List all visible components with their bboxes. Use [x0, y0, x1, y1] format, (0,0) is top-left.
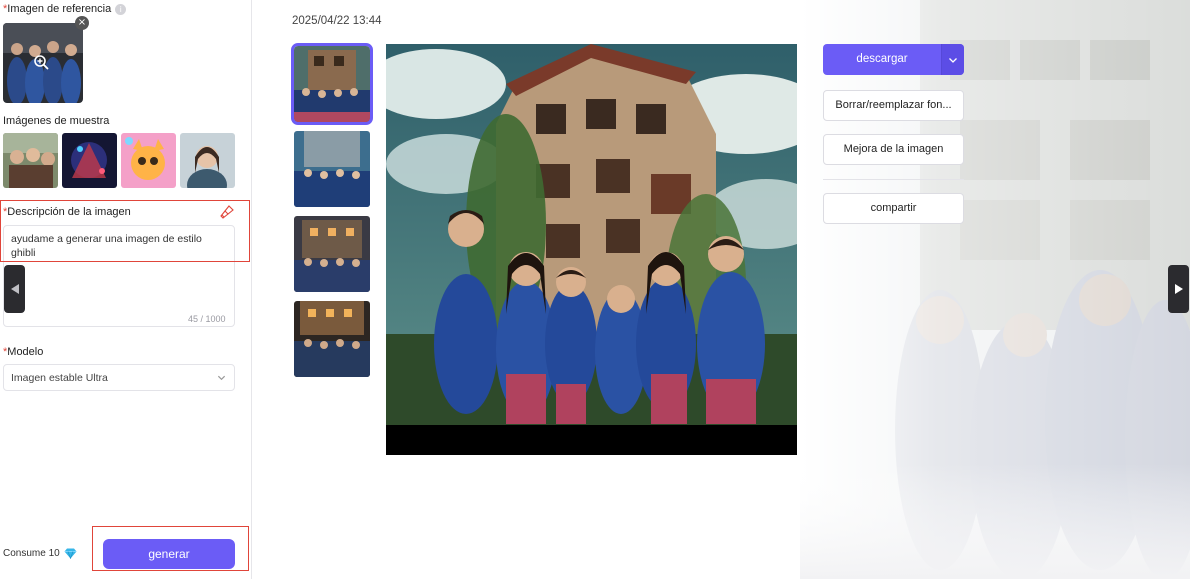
- result-thumbnail-3[interactable]: [294, 216, 370, 292]
- background-preview: [800, 0, 1190, 579]
- diamond-icon: [64, 548, 77, 559]
- sample-image-1[interactable]: [3, 133, 58, 188]
- model-select[interactable]: Imagen estable Ultra: [3, 364, 235, 391]
- divider: [823, 179, 964, 180]
- timestamp: 2025/04/22 13:44: [292, 15, 382, 27]
- remove-background-button[interactable]: Borrar/reemplazar fon...: [823, 90, 964, 121]
- app-window: *Imagen de referencia i × Imágenes de mu…: [0, 0, 1190, 579]
- arrow-right-icon: [1174, 284, 1183, 294]
- prev-arrow[interactable]: [4, 265, 25, 313]
- arrow-left-icon: [10, 284, 19, 294]
- sample-image-4[interactable]: [180, 133, 235, 188]
- consume-cost: Consume 10: [3, 548, 77, 559]
- model-label: *Modelo: [3, 346, 44, 358]
- char-counter: 45 / 1000: [188, 314, 226, 324]
- sample-image-3[interactable]: [121, 133, 176, 188]
- zoom-icon[interactable]: [33, 54, 49, 70]
- reference-label: *Imagen de referencia i: [3, 3, 127, 15]
- enhance-image-button[interactable]: Mejora de la imagen: [823, 134, 964, 165]
- generate-button[interactable]: generar: [103, 539, 235, 569]
- chevron-down-icon: [217, 375, 226, 381]
- download-button[interactable]: descargar: [823, 44, 964, 75]
- close-icon[interactable]: ×: [75, 16, 89, 30]
- share-button[interactable]: compartir: [823, 193, 964, 224]
- samples-label: Imágenes de muestra: [3, 115, 110, 127]
- main-result-image[interactable]: [386, 44, 797, 455]
- download-options[interactable]: [941, 44, 964, 75]
- result-thumbnail-1[interactable]: [291, 43, 373, 125]
- description-text[interactable]: ayudame a generar una imagen de estilo g…: [11, 232, 226, 260]
- left-panel: *Imagen de referencia i × Imágenes de mu…: [0, 0, 252, 579]
- result-thumbnail-2[interactable]: [294, 131, 370, 207]
- brush-icon[interactable]: [220, 205, 234, 219]
- chevron-down-icon: [949, 57, 957, 63]
- result-thumbnail-4[interactable]: [294, 301, 370, 377]
- description-label: *Descripción de la imagen: [3, 206, 131, 218]
- next-arrow[interactable]: [1168, 265, 1189, 313]
- info-icon[interactable]: i: [115, 3, 127, 15]
- sample-image-2[interactable]: [62, 133, 117, 188]
